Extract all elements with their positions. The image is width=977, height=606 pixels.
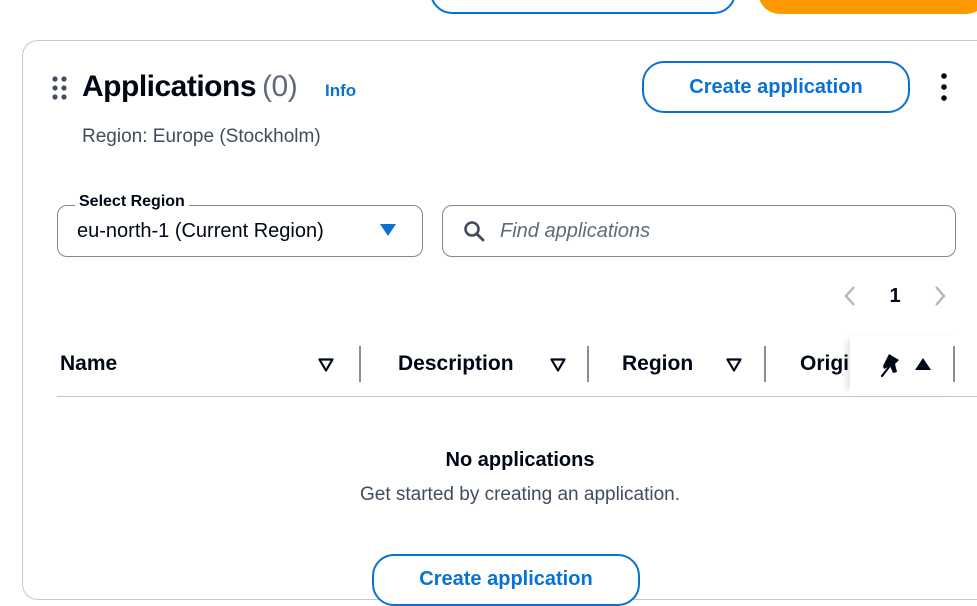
chevron-right-icon[interactable] [930,284,950,308]
top-outline-button[interactable] [430,0,736,14]
kebab-menu-icon[interactable] [934,70,954,104]
empty-state-description: Get started by creating an application. [359,484,681,505]
caret-down-icon[interactable] [380,224,396,236]
column-header-origin[interactable]: Origin [800,350,850,378]
column-header-name[interactable]: Name [60,350,117,378]
sort-up-icon[interactable] [914,357,932,371]
region-description: Region: Europe (Stockholm) [82,126,321,147]
sort-icon[interactable] [726,358,742,372]
sort-icon[interactable] [550,358,566,372]
sticky-actions-column [850,336,960,394]
panel-title-text: Applications [82,70,257,103]
region-select-value[interactable]: eu-north-1 (Current Region) [77,218,324,244]
search-input[interactable] [500,214,940,248]
table-header-border [57,396,977,397]
column-divider[interactable] [764,346,766,382]
column-header-region[interactable]: Region [622,350,693,378]
drag-handle-icon[interactable] [50,74,70,102]
create-application-button[interactable]: Create application [642,61,910,113]
top-primary-button[interactable] [758,0,977,14]
pin-icon[interactable] [880,352,904,378]
current-page-number[interactable]: 1 [884,283,906,309]
info-link[interactable]: Info [325,79,356,103]
empty-state-title: No applications [445,449,595,471]
region-select-label: Select Region [75,192,189,212]
chevron-left-icon[interactable] [840,284,860,308]
sort-icon[interactable] [318,358,334,372]
column-divider[interactable] [587,346,589,382]
column-divider[interactable] [359,346,361,382]
column-header-description[interactable]: Description [398,350,514,378]
empty-state-create-button[interactable]: Create application [372,554,640,606]
column-divider[interactable] [953,346,955,382]
panel-title: Applications (0) [82,66,298,108]
applications-count: (0) [262,70,298,103]
search-icon [464,221,485,242]
